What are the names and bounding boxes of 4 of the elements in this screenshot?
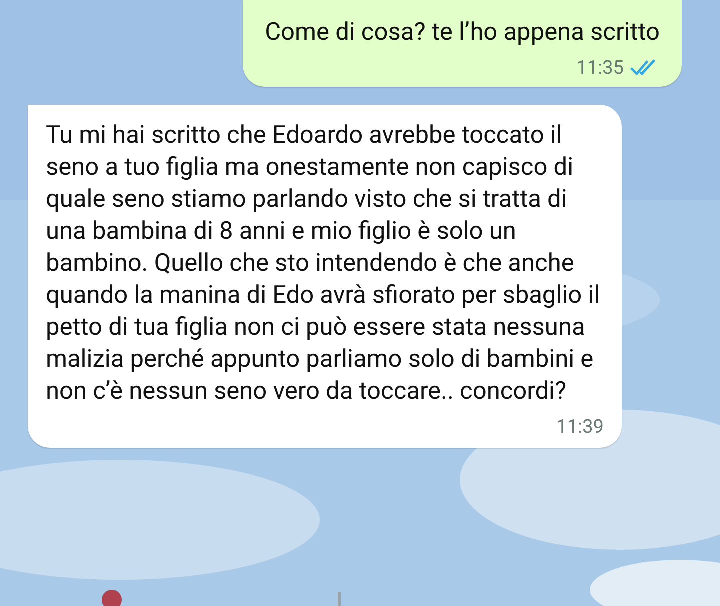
message-text: Come di cosa? te l’ho appena scritto: [265, 16, 660, 48]
message-text: Tu mi hai scritto che Edoardo avrebbe toccato il seno a tuo figlia ma onestamente non capisco di quale seno stiamo parlando visto che si tratta di una bambina di 8 anni e mio figlio è solo un bambino. Quello che sto intendendo è che anche quando la manina di Edo avrà sfiorato per sbaglio il petto di tua figlia non ci può essere stata nessuna malizia perché appunto parliamo solo di bambini e non c’è nessun seno vero da toccare.. concordi?: [46, 119, 602, 407]
message-time: 11:39: [556, 415, 604, 438]
message-time: 11:35: [576, 56, 624, 79]
